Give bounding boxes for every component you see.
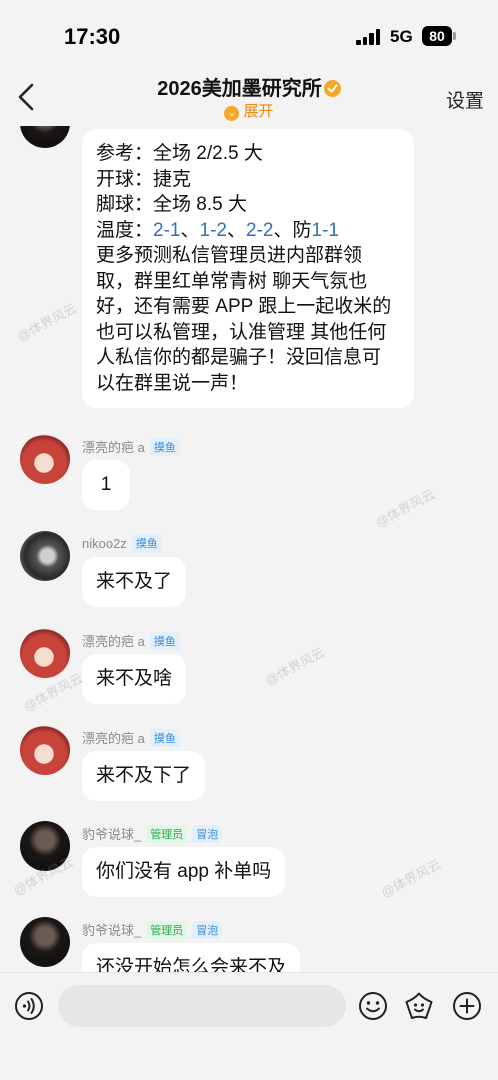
message-text: 、防 bbox=[273, 219, 312, 241]
message-text: 也可以私管理，认准管理 其他任何 bbox=[96, 321, 387, 343]
message-bubble[interactable]: 来不及了 bbox=[82, 557, 187, 607]
message-text: 你们没有 app 补单吗 bbox=[96, 861, 272, 882]
message-text: 更多预测私信管理员进内部群领 bbox=[96, 245, 363, 266]
sticker-icon bbox=[405, 992, 433, 1019]
avatar[interactable] bbox=[20, 821, 70, 871]
network-label: 5G bbox=[390, 27, 413, 46]
message-text: 参考：全场 2/2.5 大 bbox=[96, 143, 263, 164]
message-text: 取，群里红单常青树 聊天气氛也 bbox=[96, 270, 368, 292]
group-title[interactable]: 2026美加墨研究所 bbox=[0, 72, 498, 101]
watermark: @体界风云 bbox=[14, 300, 80, 345]
smiley-icon bbox=[359, 992, 387, 1020]
sender-name[interactable]: 漂亮的疤 a 摸鱼 bbox=[82, 437, 180, 456]
message-input[interactable] bbox=[58, 985, 346, 1027]
settings-button[interactable]: 设置 bbox=[446, 86, 484, 113]
member-tag: 摸鱼 bbox=[131, 534, 162, 552]
member-tag: 管理员 bbox=[146, 921, 188, 939]
message-line: 开球：捷克 bbox=[96, 167, 401, 193]
group-title-text: 2026美加墨研究所 bbox=[157, 78, 322, 100]
message-text: 1 bbox=[100, 474, 112, 495]
score-link[interactable]: 2-1 bbox=[153, 220, 180, 241]
score-link[interactable]: 2-2 bbox=[246, 220, 273, 241]
emoji-button[interactable] bbox=[358, 991, 388, 1021]
expand-toggle[interactable]: ⌄ 展开 bbox=[0, 100, 498, 121]
nav-bar: 2026美加墨研究所 ⌄ 展开 设置 bbox=[0, 70, 498, 126]
avatar[interactable] bbox=[20, 126, 70, 148]
input-bar bbox=[0, 972, 498, 1080]
avatar[interactable] bbox=[20, 531, 70, 581]
message-line: 人私信你的都是骗子！没回信息可 bbox=[96, 345, 401, 371]
message-text: 来不及啥 bbox=[96, 668, 173, 689]
message-text: 、 bbox=[226, 219, 246, 241]
message-text: 人私信你的都是骗子！没回信息可 bbox=[96, 347, 382, 368]
status-bar: 17:30 5G 80 bbox=[0, 0, 498, 70]
message-bubble[interactable]: 你们没有 app 补单吗 bbox=[82, 847, 286, 897]
chevron-down-icon: ⌄ bbox=[224, 106, 240, 121]
sender-name-text: nikoo2z bbox=[82, 536, 127, 551]
battery-icon: 80 bbox=[422, 26, 452, 46]
avatar[interactable] bbox=[20, 628, 70, 678]
member-tag: 冒泡 bbox=[192, 825, 223, 843]
sender-name[interactable]: 豹爷说球_ 管理员 冒泡 bbox=[82, 920, 223, 939]
more-button[interactable] bbox=[452, 991, 482, 1021]
message-text: 还没开始怎么会来不及 bbox=[96, 957, 287, 972]
sender-name-text: 豹爷说球_ bbox=[82, 827, 142, 842]
watermark: @体界风云 bbox=[378, 856, 444, 901]
member-tag: 摸鱼 bbox=[149, 632, 180, 650]
member-tag: 管理员 bbox=[146, 825, 188, 843]
sender-name[interactable]: 豹爷说球_ 管理员 冒泡 bbox=[82, 824, 223, 843]
voice-button[interactable] bbox=[14, 991, 44, 1021]
status-time: 17:30 bbox=[64, 24, 121, 49]
sender-name-text: 漂亮的疤 a bbox=[82, 634, 145, 649]
message-line: 以在群里说一声！ bbox=[96, 371, 401, 397]
score-link[interactable]: 1-1 bbox=[311, 220, 338, 241]
verified-badge-icon bbox=[323, 80, 341, 97]
expand-label: 展开 bbox=[243, 103, 274, 120]
score-link[interactable]: 1-2 bbox=[200, 220, 227, 241]
sender-name-text: 漂亮的疤 a bbox=[82, 731, 145, 746]
member-tag: 冒泡 bbox=[192, 921, 223, 939]
message-text: 温度： bbox=[96, 219, 154, 241]
message-text: 好，还有需要 APP 跟上一起收米的 bbox=[96, 296, 392, 317]
message-line: 也可以私管理，认准管理 其他任何 bbox=[96, 320, 401, 346]
message-line: 温度：2-1、1-2、2-2、防1-1 bbox=[96, 218, 401, 244]
message-bubble-long[interactable]: 参考：全场 2/2.5 大开球：捷克 脚球：全场 8.5 大温度：2-1、1-2、… bbox=[82, 129, 414, 408]
avatar[interactable] bbox=[20, 725, 70, 775]
message-line: 参考：全场 2/2.5 大 bbox=[96, 141, 401, 167]
battery-tip bbox=[453, 32, 456, 40]
message-text: 以在群里说一声！ bbox=[96, 372, 249, 394]
message-line: 好，还有需要 APP 跟上一起收米的 bbox=[96, 294, 401, 320]
message-text: 来不及了 bbox=[96, 571, 173, 592]
avatar[interactable] bbox=[20, 917, 70, 967]
watermark: @体界风云 bbox=[372, 486, 438, 531]
message-bubble[interactable]: 1 bbox=[82, 460, 130, 510]
sticker-button[interactable] bbox=[404, 991, 434, 1021]
message-line: 取，群里红单常青树 聊天气氛也 bbox=[96, 269, 401, 295]
sender-name[interactable]: 漂亮的疤 a 摸鱼 bbox=[82, 728, 180, 747]
message-text: 、 bbox=[180, 219, 200, 241]
sender-name[interactable]: nikoo2z 摸鱼 bbox=[82, 534, 162, 552]
sender-name-text: 漂亮的疤 a bbox=[82, 440, 145, 455]
message-bubble[interactable]: 来不及啥 bbox=[82, 654, 187, 704]
plus-icon bbox=[453, 992, 481, 1020]
chat-area[interactable]: 参考：全场 2/2.5 大开球：捷克 脚球：全场 8.5 大温度：2-1、1-2、… bbox=[0, 126, 498, 972]
message-text: 开球：捷克 bbox=[96, 168, 192, 190]
voice-icon bbox=[15, 992, 43, 1020]
message-bubble[interactable]: 来不及下了 bbox=[82, 751, 206, 801]
message-text: 来不及下了 bbox=[96, 765, 192, 786]
member-tag: 摸鱼 bbox=[149, 729, 180, 747]
message-line: 脚球：全场 8.5 大 bbox=[96, 192, 401, 218]
member-tag: 摸鱼 bbox=[149, 438, 180, 456]
avatar[interactable] bbox=[20, 434, 70, 484]
message-line: 更多预测私信管理员进内部群领 bbox=[96, 243, 401, 269]
sender-name[interactable]: 漂亮的疤 a 摸鱼 bbox=[82, 631, 180, 650]
signal-icon bbox=[356, 29, 382, 45]
message-bubble[interactable]: 还没开始怎么会来不及 bbox=[82, 943, 301, 972]
watermark: @体界风云 bbox=[262, 644, 328, 689]
message-text: 脚球：全场 8.5 大 bbox=[96, 194, 247, 215]
sender-name-text: 豹爷说球_ bbox=[82, 923, 142, 938]
